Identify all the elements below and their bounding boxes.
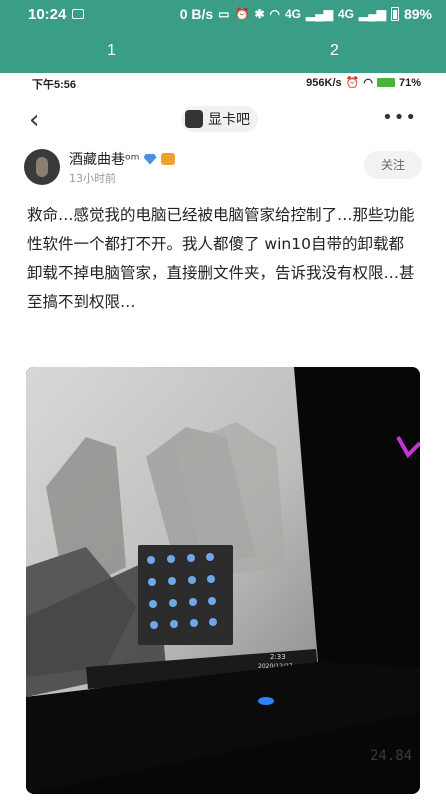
app-header: 10:24 0 B/s ▭ ⏰ ✱ ◠ 4G ▂▄▆ 4G ▂▄▆ 89% 1 … [0, 0, 446, 73]
inner-alarm-icon: ⏰ [345, 77, 360, 89]
battery-icon [390, 7, 399, 21]
bluetooth-icon: ✱ [254, 7, 265, 21]
avatar[interactable] [24, 149, 60, 185]
forum-chip[interactable]: 显卡吧 [181, 106, 258, 132]
alarm-icon: ⏰ [234, 7, 250, 21]
inner-battery-level: 71% [398, 76, 421, 89]
embedded-screenshot: 下午5:56 956K/s ⏰ ◠ 71% ‹ 显卡吧 ••• 酒藏曲巷ᵒᵐ 1… [13, 73, 433, 800]
back-arrow-icon[interactable]: ‹ [29, 105, 39, 135]
forum-logo-icon [185, 110, 203, 128]
inner-status-time: 下午5:56 [32, 79, 77, 91]
more-options-icon[interactable]: ••• [382, 107, 417, 128]
inner-battery-icon [376, 78, 395, 87]
photo-device-readout: 24.84 [370, 748, 412, 764]
signal-1-label: 4G [285, 7, 302, 21]
battery-level: 89% [403, 6, 432, 22]
post-text: 救命…感觉我的电脑已经被电脑管家给控制了…那些功能性软件一个都打不开。我人都傻了… [27, 206, 415, 311]
status-right: 0 B/s ▭ ⏰ ✱ ◠ 4G ▂▄▆ 4G ▂▄▆ 89% [180, 6, 432, 22]
monitor-photo: 2:33 2020/12/27 24.84 [26, 367, 420, 794]
status-time: 10:24 [28, 6, 67, 23]
tab-2[interactable]: 2 [223, 38, 446, 64]
inner-status-bar: 下午5:56 956K/s ⏰ ◠ 71% [13, 73, 433, 93]
inner-status-right: 956K/s ⏰ ◠ 71% [306, 76, 421, 90]
image-notification-icon [72, 9, 84, 19]
nfc-icon: ▭ [218, 7, 230, 21]
status-bar: 10:24 0 B/s ▭ ⏰ ✱ ◠ 4G ▂▄▆ 4G ▂▄▆ 89% [0, 0, 446, 30]
signal-bars-2-icon: ▂▄▆ [359, 7, 386, 21]
tab-bar: 1 2 [0, 38, 446, 64]
author-name[interactable]: 酒藏曲巷ᵒᵐ [69, 149, 140, 169]
forum-name: 显卡吧 [208, 112, 250, 128]
post-photo[interactable]: 2:33 2020/12/27 24.84 [26, 367, 420, 794]
signal-2-label: 4G [337, 7, 354, 21]
diamond-badge-icon [143, 153, 157, 165]
wifi-icon: ◠ [269, 7, 280, 21]
tab-1[interactable]: 1 [0, 38, 223, 64]
post-time: 13小时前 [69, 172, 116, 185]
author-row: 酒藏曲巷ᵒᵐ 13小时前 关注 [13, 145, 433, 193]
photo-taskbar-time: 2:33 [270, 653, 286, 661]
post-navbar: ‹ 显卡吧 ••• [13, 93, 433, 145]
inner-wifi-icon: ◠ [363, 77, 373, 89]
level-badge-icon [160, 153, 175, 165]
follow-button[interactable]: 关注 [364, 151, 422, 179]
net-speed: 0 B/s [179, 6, 214, 22]
signal-bars-1-icon: ▂▄▆ [306, 7, 333, 21]
inner-net-speed: 956K/s [306, 76, 342, 89]
author-name-row: 酒藏曲巷ᵒᵐ [69, 149, 175, 169]
